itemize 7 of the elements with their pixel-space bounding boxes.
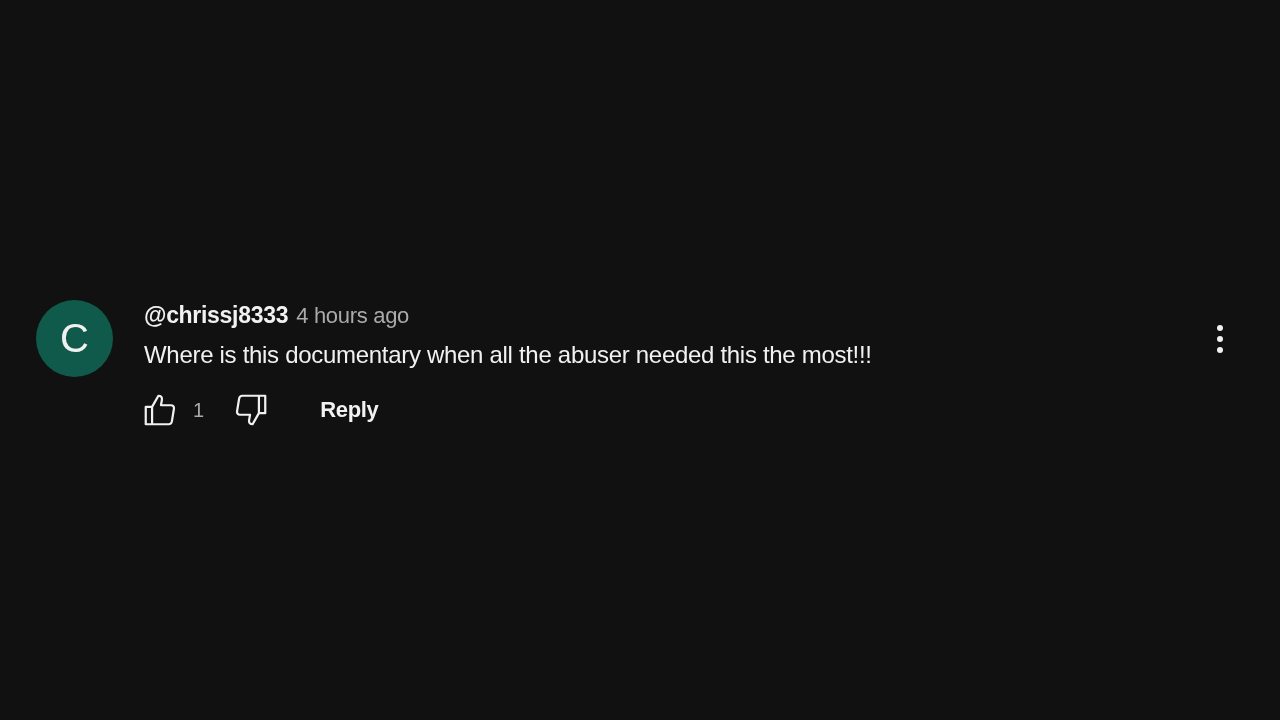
comment-text: Where is this documentary when all the abuser needed this the most!!!	[144, 341, 873, 369]
author-name[interactable]: @chrissj8333	[144, 302, 289, 329]
like-count: 1	[193, 398, 205, 422]
comment-time[interactable]: 4 hours ago	[296, 303, 410, 329]
reply-button[interactable]: Reply	[320, 397, 379, 423]
avatar[interactable]: C	[36, 300, 113, 377]
more-icon	[1216, 324, 1224, 354]
